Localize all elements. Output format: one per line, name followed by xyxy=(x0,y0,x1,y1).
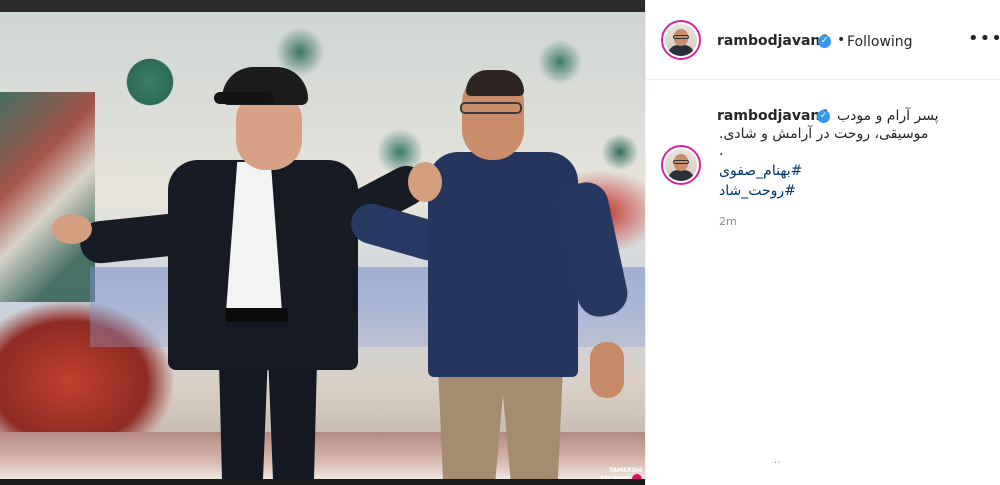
caption-line-1: پسر آرام و مودب xyxy=(837,108,939,124)
caption-line-2: موسیقی، روحت در آرامش و شادی. xyxy=(719,126,929,142)
author-avatar[interactable] xyxy=(661,20,701,60)
post-photo[interactable]: TAMEROH FALAHAT xyxy=(0,12,645,484)
person-left-hand xyxy=(0,12,645,479)
caption-dot: . xyxy=(719,143,724,159)
post-timestamp[interactable]: 2m xyxy=(719,215,737,228)
caption-username[interactable]: rambodjavan1 xyxy=(717,108,830,124)
more-options-icon[interactable]: ••• xyxy=(968,28,1000,49)
hashtag-link-1[interactable]: #بهنام_صفوی xyxy=(719,163,802,179)
header-separator: • xyxy=(837,32,846,48)
verified-badge-icon: ✓ xyxy=(818,35,831,48)
hashtag-link-2[interactable]: #روحت_شاد xyxy=(719,183,796,199)
post-header: rambodjavan1 ✓ • Following ••• xyxy=(646,0,1000,80)
faint-mark: .. xyxy=(774,455,781,466)
caption-verified-badge-icon: ✓ xyxy=(817,110,830,123)
post-media[interactable]: TAMEROH FALAHAT xyxy=(0,0,645,485)
media-bottom-strip xyxy=(0,479,645,485)
post-details-panel: rambodjavan1 ✓ • Following ••• rambodjav… xyxy=(645,0,1000,485)
caption-author-avatar[interactable] xyxy=(661,145,701,185)
author-username[interactable]: rambodjavan1 xyxy=(717,33,830,49)
media-top-strip xyxy=(0,0,645,12)
following-button[interactable]: Following xyxy=(847,34,913,50)
